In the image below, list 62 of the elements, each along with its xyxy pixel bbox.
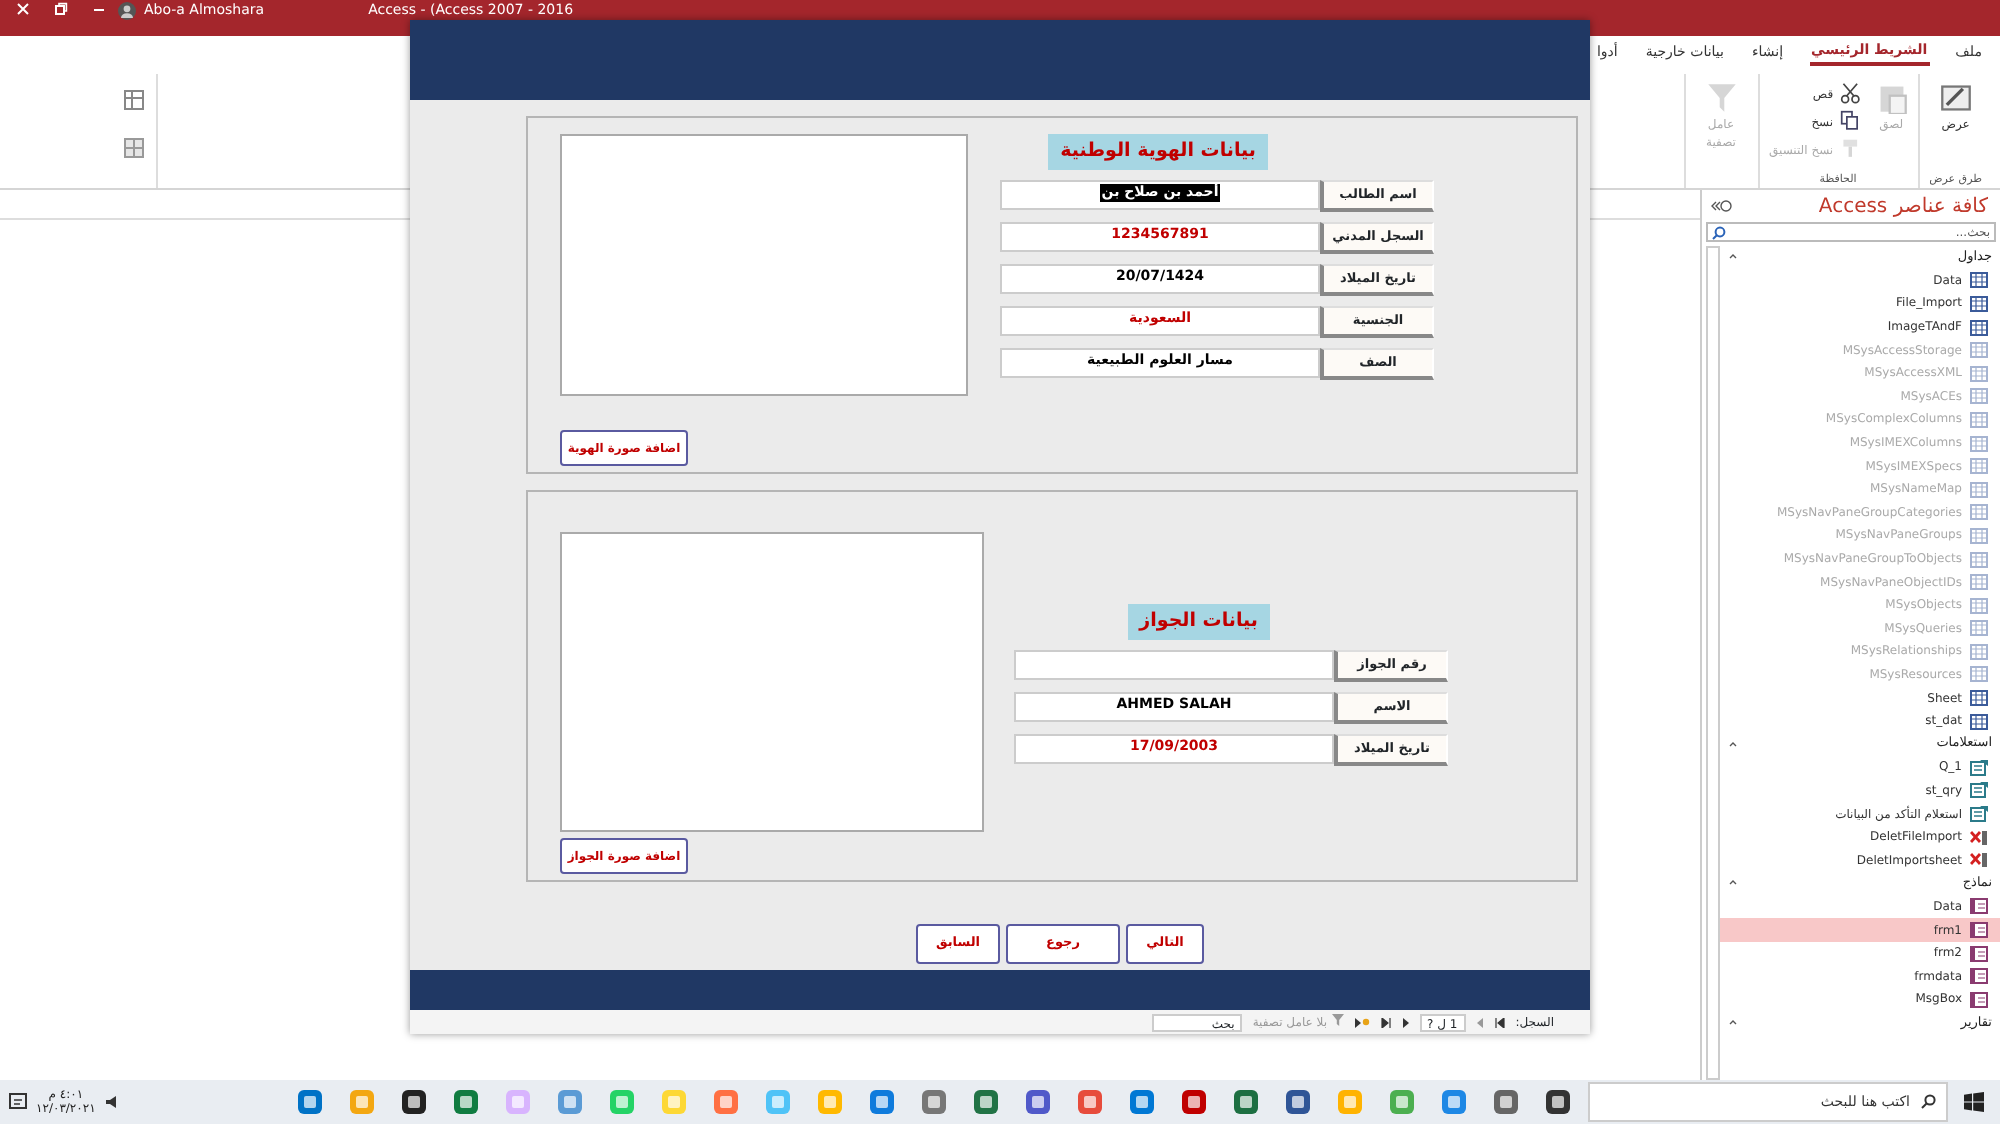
chevron-icon[interactable]: [1728, 739, 1738, 750]
table-icon: [1970, 388, 1988, 405]
table-icon: [1970, 504, 1988, 521]
form-icon: [1970, 991, 1988, 1008]
table-icon: [1970, 527, 1988, 544]
clipboard-icon: [1875, 82, 1908, 114]
avatar-icon: [118, 2, 136, 20]
app-icon[interactable]: [1544, 1088, 1572, 1116]
table-icon: [1970, 458, 1988, 475]
text-field[interactable]: [1014, 650, 1334, 681]
table-icon: [1970, 597, 1988, 614]
table-icon: [1970, 690, 1988, 707]
table-icon: [1970, 481, 1988, 498]
table-icon: [1970, 643, 1988, 660]
search-icon: [1712, 225, 1726, 239]
scrollbar[interactable]: [1706, 246, 1720, 1080]
notification-icon[interactable]: [8, 1092, 28, 1112]
form-icon: [1970, 898, 1988, 915]
pencil-icon: [1939, 82, 1972, 114]
table-icon: [1970, 342, 1988, 359]
table-icon: [1970, 713, 1988, 730]
app-icon[interactable]: [1284, 1088, 1312, 1116]
next-record-icon[interactable]: [1401, 1017, 1410, 1027]
last-record-icon[interactable]: [1379, 1017, 1392, 1027]
close-icon[interactable]: [16, 2, 30, 16]
table-icon: [1970, 666, 1988, 683]
search-icon: [1920, 1094, 1936, 1110]
copy-icon: [1839, 110, 1864, 134]
form-icon: [1970, 968, 1988, 985]
previous-record-icon[interactable]: [1475, 1017, 1484, 1027]
table-icon: [1970, 365, 1988, 382]
cross-icon: [1970, 852, 1988, 869]
table-icon: [1970, 435, 1988, 452]
speaker-icon[interactable]: [103, 1094, 120, 1110]
table-icon[interactable]: [124, 90, 144, 110]
query-icon: [1970, 759, 1988, 776]
query-icon: [1970, 806, 1988, 823]
section-title: بيانات الجواز: [1127, 604, 1270, 641]
table-icon: [1970, 551, 1988, 568]
windows-icon[interactable]: [1964, 1092, 1984, 1112]
restore-icon[interactable]: [54, 2, 68, 16]
table-icon: [1970, 272, 1988, 289]
table-icon: [1970, 319, 1988, 336]
pane-title: كافة عناصر Access: [1818, 193, 1988, 221]
table-icon: [1970, 411, 1988, 428]
table-icon: [1970, 574, 1988, 591]
table-icon: [1970, 620, 1988, 637]
chevron-icon[interactable]: [1728, 878, 1738, 889]
form-icon: [1970, 945, 1988, 962]
scissors-icon: [1839, 82, 1864, 106]
app-icon[interactable]: [400, 1088, 428, 1116]
table-icon: [1970, 295, 1988, 312]
collapse-icon[interactable]: [1710, 200, 1734, 212]
form-icon: [1970, 922, 1988, 939]
chevron-icon[interactable]: [1728, 252, 1738, 263]
query-icon: [1970, 782, 1988, 799]
section-title: بيانات الهوية الوطنية: [1048, 134, 1268, 171]
funnel-icon: [1705, 82, 1737, 114]
cross-icon: [1970, 829, 1988, 846]
first-record-icon[interactable]: [1493, 1017, 1506, 1027]
chevron-icon[interactable]: [1728, 1017, 1738, 1028]
new-record-icon[interactable]: [1353, 1017, 1370, 1027]
